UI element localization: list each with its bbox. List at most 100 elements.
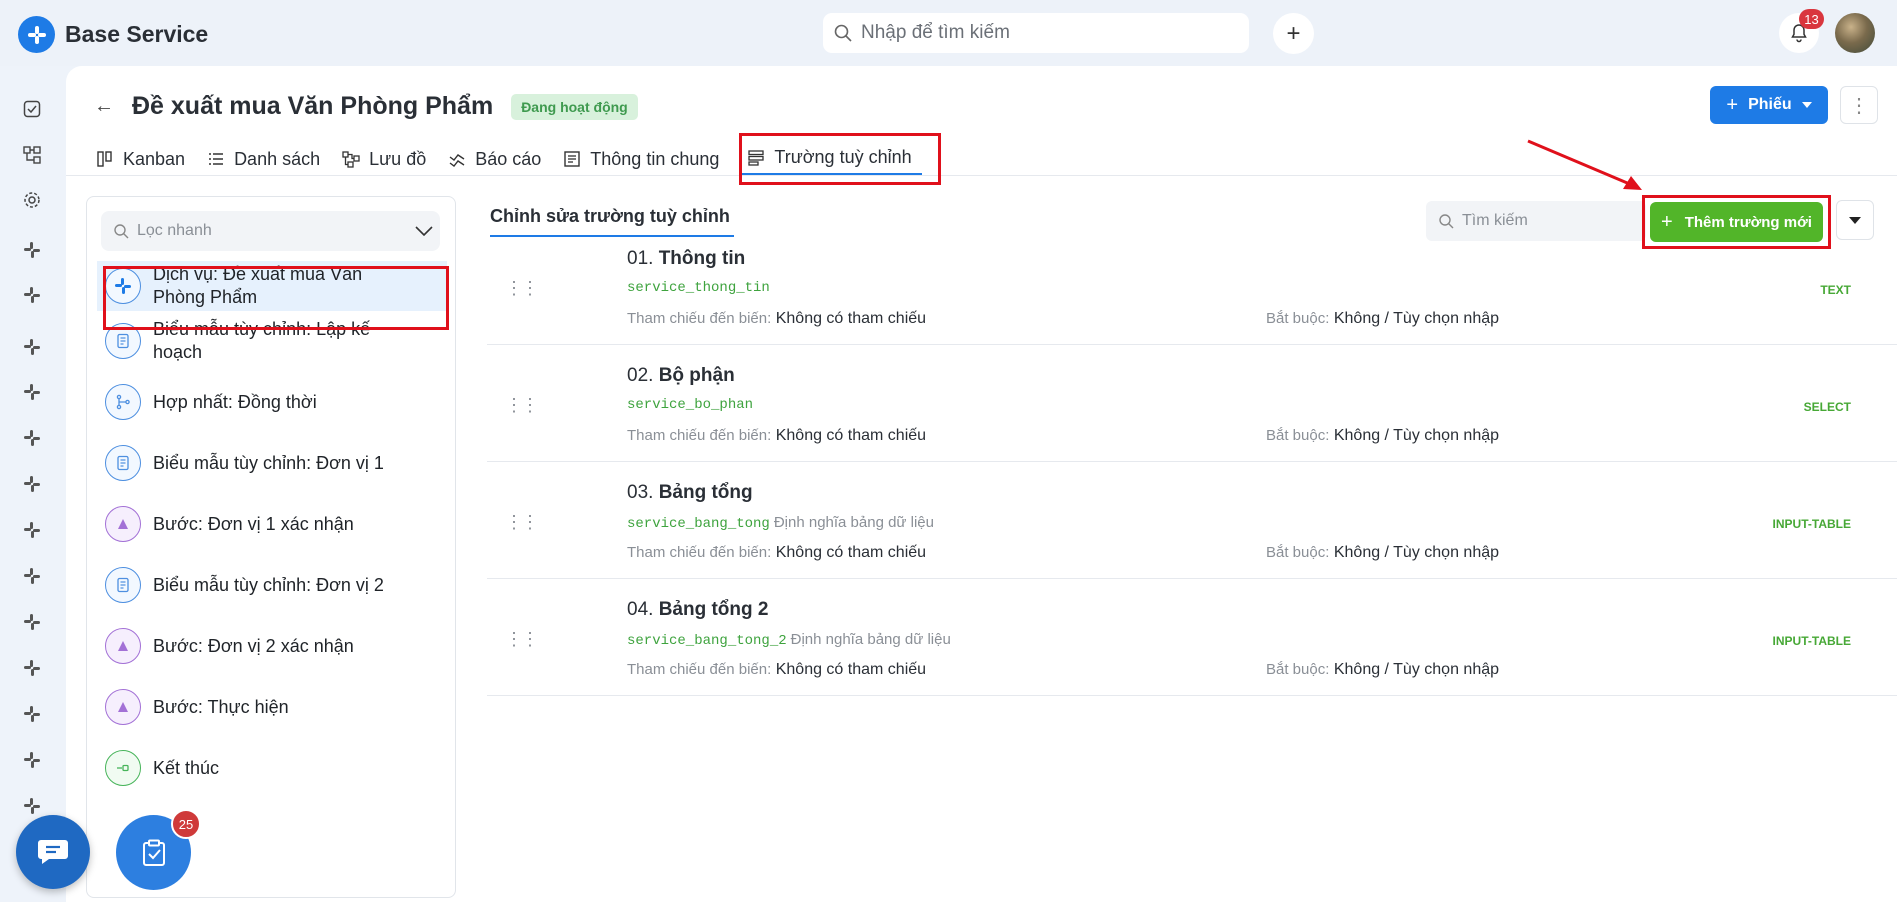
rail-service-icon[interactable] [17,423,47,453]
tab-flow[interactable]: Lưu đồ [342,142,438,176]
rail-service-icon[interactable] [17,561,47,591]
field-required: Bắt buộc: Không / Tùy chọn nhập [1266,544,1499,562]
required-value: Không / Tùy chọn nhập [1333,427,1500,444]
step-item-step[interactable]: Bước: Thực hiện [97,682,447,732]
field-row[interactable]: ⋮⋮ 02. Bộ phận service_bo_phan SELECT Th… [487,345,1897,462]
ref-value: Không có tham chiếu [775,427,927,444]
field-row[interactable]: ⋮⋮ 04. Bảng tổng 2 service_bang_tong_2 Đị… [487,579,1897,696]
field-row[interactable]: ⋮⋮ 01. Thông tin service_thong_tin TEXT … [487,228,1897,345]
quick-filter[interactable] [101,211,440,251]
app-name: Base Service [65,21,209,47]
step-label: Biểu mẫu tùy chỉnh: Đơn vị 1 [153,452,384,473]
ref-value: Không có tham chiếu [775,310,927,327]
step-item-service[interactable]: Dịch vụ: Đề xuất mua Văn Phòng Phẩm [97,261,447,311]
required-label: Bắt buộc: [1266,661,1330,678]
ref-label: Tham chiếu đến biến: [627,544,772,561]
field-name: Thông tin [658,248,746,269]
rail-tasks-icon[interactable] [17,94,47,124]
rail-service-icon[interactable] [17,607,47,637]
field-type: TEXT [1820,283,1851,297]
more-options-button[interactable]: ⋮ [1840,86,1878,124]
rail-service-icon[interactable] [17,653,47,683]
step-item-merge[interactable]: Hợp nhất: Đồng thời [97,377,447,427]
field-row[interactable]: ⋮⋮ 03. Bảng tổng service_bang_tong Định n… [487,462,1897,579]
tasks-badge: 25 [171,809,201,839]
step-item-end[interactable]: Kết thúc [97,743,447,793]
rail-service-icon[interactable] [17,699,47,729]
step-icon [105,689,141,725]
kebab-icon: ⋮ [1849,94,1869,117]
drag-handle-icon[interactable]: ⋮⋮ [505,629,539,650]
field-title: 01. Thông tin [627,248,745,270]
rail-service-icon[interactable] [17,235,47,265]
field-type: INPUT-TABLE [1772,517,1851,531]
tab-label: Lưu đồ [369,148,427,169]
required-value: Không / Tùy chọn nhập [1333,310,1500,327]
phieu-button[interactable]: + Phiếu [1710,86,1828,124]
rail-service-icon[interactable] [17,515,47,545]
ref-label: Tham chiếu đến biến: [627,661,772,678]
required-label: Bắt buộc: [1266,310,1330,327]
ref-label: Tham chiếu đến biến: [627,310,772,327]
step-item-step[interactable]: Bước: Đơn vị 2 xác nhận [97,621,447,671]
field-index: 02. [627,365,654,386]
tab-kanban[interactable]: Kanban [96,142,197,176]
list-icon [209,153,224,165]
required-label: Bắt buộc: [1266,544,1330,561]
form-icon [105,445,141,481]
create-button[interactable]: + [1273,13,1314,54]
step-item-form[interactable]: Biểu mẫu tùy chỉnh: Lập kế hoạch [97,316,447,366]
field-required: Bắt buộc: Không / Tùy chọn nhập [1266,661,1499,679]
global-search-input[interactable] [861,22,1221,44]
kanban-icon [97,151,112,167]
notification-badge: 13 [1799,9,1824,29]
step-item-step[interactable]: Bước: Đơn vị 1 xác nhận [97,499,447,549]
global-search[interactable] [823,13,1249,53]
tab-info[interactable]: Thông tin chung [563,142,731,176]
user-avatar[interactable] [1835,13,1875,53]
step-icon [105,506,141,542]
tab-label: Báo cáo [475,148,542,169]
drag-handle-icon[interactable]: ⋮⋮ [505,278,539,299]
tab-list[interactable]: Danh sách [207,142,332,176]
status-badge: Đang hoạt động [511,93,638,120]
rail-settings-icon[interactable] [17,185,47,215]
step-item-form[interactable]: Biểu mẫu tùy chỉnh: Đơn vị 2 [97,560,447,610]
rail-service-icon[interactable] [17,469,47,499]
field-name: Bảng tổng [658,482,753,503]
drag-handle-icon[interactable]: ⋮⋮ [505,512,539,533]
field-type: INPUT-TABLE [1772,634,1851,648]
field-definition-link[interactable]: Định nghĩa bảng dữ liệu [774,514,934,531]
tab-report[interactable]: Báo cáo [448,142,553,176]
step-panel: Dịch vụ: Đề xuất mua Văn Phòng Phẩm Biểu… [86,196,456,898]
flow-icon [342,151,360,168]
top-bar: Base Service + 13 [0,0,1897,66]
back-arrow-icon[interactable]: ← [94,95,114,118]
annotation-arrow-icon [1527,139,1642,190]
tab-custom-fields[interactable]: Trường tuỳ chỉnh [741,142,922,176]
chat-button[interactable] [16,815,90,889]
field-definition-link[interactable]: Định nghĩa bảng dữ liệu [791,631,951,648]
caret-down-icon [1849,216,1861,224]
form-icon [105,567,141,603]
report-icon [449,154,465,167]
rail-service-icon[interactable] [17,377,47,407]
quick-filter-input[interactable] [137,222,407,240]
ref-label: Tham chiếu đến biến: [627,427,772,444]
form-icon [105,323,141,359]
drag-handle-icon[interactable]: ⋮⋮ [505,395,539,416]
rail-service-icon[interactable] [17,745,47,775]
rail-workflow-icon[interactable] [17,140,47,170]
chevron-down-icon[interactable] [415,226,433,236]
rail-service-icon[interactable] [17,280,47,310]
rail-service-icon[interactable] [17,332,47,362]
chat-icon [38,840,68,864]
step-item-form[interactable]: Biểu mẫu tùy chỉnh: Đơn vị 1 [97,438,447,488]
required-label: Bắt buộc: [1266,427,1330,444]
field-key-text: service_thong_tin [627,280,770,296]
field-key-text: service_bo_phan [627,397,754,413]
step-label: Kết thúc [153,757,220,778]
plus-icon: + [1286,19,1301,47]
step-label: Biểu mẫu tùy chỉnh: Lập kế hoạch [153,319,371,362]
brand[interactable]: Base Service [18,16,208,53]
